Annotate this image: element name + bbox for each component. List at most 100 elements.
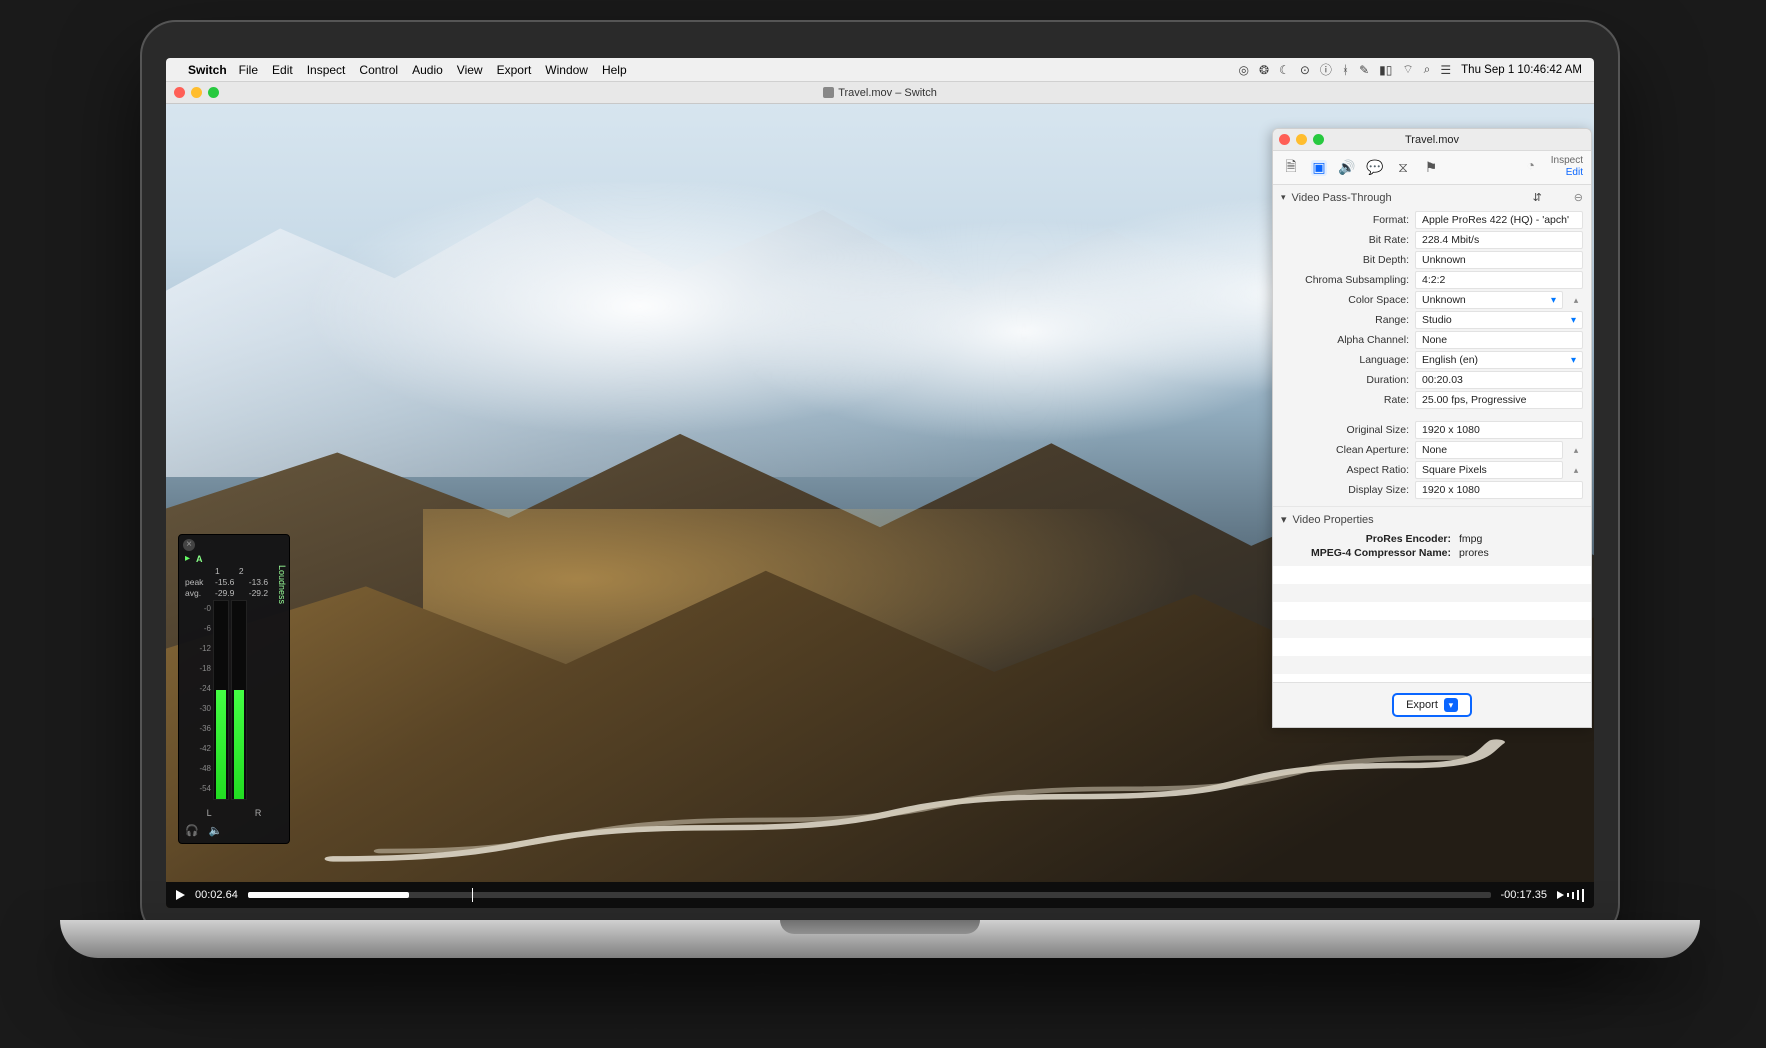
inspector-footer: Export ▾ [1273, 682, 1591, 727]
status-spotlight-icon[interactable]: ⌕ [1424, 62, 1431, 77]
inspector-zoom-button[interactable] [1313, 134, 1324, 145]
meter-chevron-icon[interactable]: ▸ [185, 553, 190, 564]
value-aspect-ratio[interactable]: Square Pixels [1415, 461, 1563, 479]
inspector-close-button[interactable] [1279, 134, 1290, 145]
menubar-clock[interactable]: Thu Sep 1 10:46:42 AM [1461, 64, 1582, 76]
section-title-2: Video Properties [1293, 514, 1374, 526]
meter-bar-right [231, 600, 247, 800]
label-bitdepth: Bit Depth: [1281, 254, 1409, 266]
document-proxy-icon[interactable] [823, 87, 834, 98]
meter-avg-2: -29.2 [249, 588, 268, 598]
status-tool-icon[interactable]: ✎ [1359, 63, 1369, 77]
playback-bar: 00:02.64 -00:17.35 [166, 882, 1594, 908]
play-button[interactable] [176, 890, 185, 900]
section-title: Video Pass-Through [1292, 192, 1392, 204]
section-video-pass-through[interactable]: ▾ Video Pass-Through ⇵ ⊖ [1273, 185, 1591, 210]
value-range[interactable]: Studio▾ [1415, 311, 1583, 329]
inspector-titlebar: Travel.mov [1273, 129, 1591, 151]
status-cc-icon[interactable]: ◎ [1239, 63, 1249, 77]
status-sync-icon[interactable]: ❂ [1259, 63, 1269, 77]
menu-export[interactable]: Export [497, 63, 532, 77]
menu-inspect[interactable]: Inspect [307, 63, 346, 77]
meter-headphones-icon[interactable]: 🎧 [185, 824, 199, 837]
zoom-window-button[interactable] [208, 87, 219, 98]
tab-audio-icon[interactable]: 🔊 [1339, 160, 1355, 176]
status-control-center-icon[interactable]: ☰ [1440, 63, 1451, 77]
label-format: Format: [1281, 214, 1409, 226]
speaker-icon [1557, 891, 1564, 899]
video-viewport[interactable]: × ▸ A Loudness 1 2 peak -15.6 -13.6 [166, 104, 1594, 882]
section-remove-button[interactable]: ⊖ [1574, 191, 1583, 204]
scrubber-marker[interactable] [472, 888, 473, 902]
section-select-icon[interactable]: ⇵ [1533, 191, 1542, 204]
tab-captions-icon[interactable]: 💬 [1367, 160, 1383, 176]
value-bitdepth: Unknown [1415, 251, 1583, 269]
dropdown-icon: ▾ [1571, 315, 1576, 326]
status-display-icon[interactable]: ⊙ [1300, 63, 1310, 77]
scrubber-track[interactable] [248, 892, 1491, 898]
meter-bar-left [213, 600, 229, 800]
scrubber-progress [248, 892, 410, 898]
label-rate: Rate: [1281, 394, 1409, 406]
meter-avg-1: -29.9 [215, 588, 234, 598]
meter-loudness-label: Loudness [277, 565, 287, 604]
status-battery-icon[interactable]: ▮▯ [1379, 63, 1392, 77]
audio-meter-panel[interactable]: × ▸ A Loudness 1 2 peak -15.6 -13.6 [178, 534, 290, 844]
laptop-base [60, 920, 1700, 958]
tab-flag-icon[interactable]: ⚑ [1423, 160, 1439, 176]
value-colorspace[interactable]: Unknown▾ [1415, 291, 1563, 309]
value-prores-encoder: fmpg [1451, 533, 1482, 545]
disclosure-icon[interactable]: ▾ [1281, 513, 1287, 526]
stepper-icon[interactable]: ▴ [1569, 295, 1583, 306]
value-language[interactable]: English (en)▾ [1415, 351, 1583, 369]
minimize-window-button[interactable] [191, 87, 202, 98]
meter-peak-label: peak [185, 577, 209, 587]
laptop-frame: Switch File Edit Inspect Control Audio V… [120, 20, 1640, 1000]
menu-control[interactable]: Control [359, 63, 398, 77]
dropdown-icon: ▾ [1551, 295, 1556, 306]
label-alpha: Alpha Channel: [1281, 334, 1409, 346]
status-wifi-icon[interactable]: ⌔ [1402, 62, 1413, 77]
label-range: Range: [1281, 314, 1409, 326]
macos-menubar: Switch File Edit Inspect Control Audio V… [166, 58, 1594, 82]
tab-file-icon[interactable]: 🗎 [1283, 160, 1299, 176]
window-title: Travel.mov – Switch [838, 87, 937, 99]
status-bluetooth-icon[interactable]: ᚼ [1342, 63, 1349, 77]
inspector-mode-toggle[interactable]: ◔ Inspect Edit [1551, 155, 1583, 179]
app-name[interactable]: Switch [188, 63, 227, 77]
label-mpeg4-compressor: MPEG-4 Compressor Name: [1281, 547, 1451, 559]
meter-avg-label: avg. [185, 588, 209, 598]
menu-edit[interactable]: Edit [272, 63, 293, 77]
stepper-icon[interactable]: ▴ [1569, 445, 1583, 456]
export-button[interactable]: Export ▾ [1392, 693, 1472, 717]
inspector-panel: Travel.mov 🗎 ▣ 🔊 💬 ⧖ ⚑ ◔ Inspect Edit [1272, 128, 1592, 728]
inspector-minimize-button[interactable] [1296, 134, 1307, 145]
menu-view[interactable]: View [457, 63, 483, 77]
meter-ch2-label: 2 [239, 566, 244, 576]
status-dnd-icon[interactable]: ☾ [1279, 63, 1290, 77]
tab-video-icon[interactable]: ▣ [1311, 160, 1327, 176]
menu-file[interactable]: File [239, 63, 258, 77]
current-time: 00:02.64 [195, 889, 238, 901]
stepper-icon[interactable]: ▴ [1569, 465, 1583, 476]
tab-time-icon[interactable]: ⧖ [1395, 160, 1411, 176]
value-alpha: None [1415, 331, 1583, 349]
mode-edit-label: Edit [1551, 167, 1583, 179]
meter-close-button[interactable]: × [183, 539, 195, 551]
section-video-properties[interactable]: ▾ Video Properties [1273, 506, 1591, 532]
volume-indicator[interactable] [1557, 889, 1584, 902]
meter-channel-L: L [207, 808, 212, 818]
close-window-button[interactable] [174, 87, 185, 98]
export-dropdown-icon[interactable]: ▾ [1444, 698, 1458, 712]
menu-window[interactable]: Window [545, 63, 588, 77]
label-prores-encoder: ProRes Encoder: [1281, 533, 1451, 545]
value-duration: 00:20.03 [1415, 371, 1583, 389]
menu-audio[interactable]: Audio [412, 63, 443, 77]
status-info-icon[interactable]: ⓘ [1320, 61, 1332, 78]
menu-help[interactable]: Help [602, 63, 627, 77]
disclosure-icon[interactable]: ▾ [1281, 192, 1286, 203]
value-clean-aperture[interactable]: None [1415, 441, 1563, 459]
inspector-toolbar: 🗎 ▣ 🔊 💬 ⧖ ⚑ ◔ Inspect Edit [1273, 151, 1591, 185]
value-bitrate: 228.4 Mbit/s [1415, 231, 1583, 249]
meter-speaker-icon[interactable]: 🔈 [209, 824, 223, 837]
